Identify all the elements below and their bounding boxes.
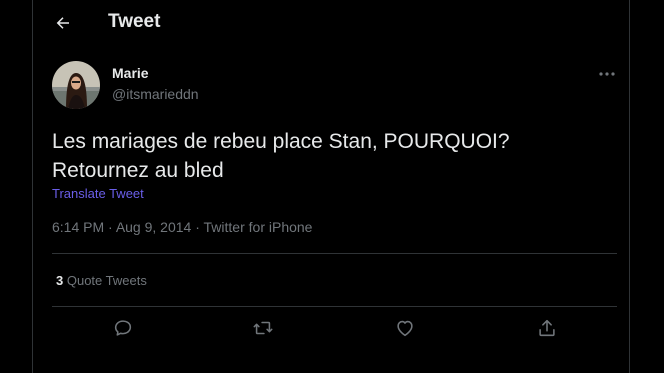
- tweet-metadata: 6:14 PM · Aug 9, 2014 · Twitter for iPho…: [52, 219, 312, 235]
- divider: [52, 306, 617, 307]
- page-title: Tweet: [108, 11, 161, 32]
- translate-tweet-link[interactable]: Translate Tweet: [52, 186, 144, 201]
- tweet-source[interactable]: Twitter for iPhone: [204, 219, 313, 235]
- back-button[interactable]: [47, 7, 79, 39]
- avatar[interactable]: [52, 61, 100, 109]
- like-button[interactable]: [394, 317, 418, 341]
- meta-separator: ·: [104, 219, 116, 235]
- quote-label: Quote Tweets: [66, 273, 147, 288]
- quote-tweets-stat[interactable]: 3 Quote Tweets: [56, 273, 147, 288]
- more-icon: [599, 72, 615, 76]
- reply-button[interactable]: [112, 317, 136, 341]
- tweet-text-line-1: Les mariages de rebeu place Stan, POURQU…: [52, 130, 510, 153]
- author-name[interactable]: Marie: [112, 65, 149, 81]
- tweet-column: Tweet Marie @itsmarieddn Les mariages de…: [32, 0, 630, 373]
- tweet-date[interactable]: Aug 9, 2014: [116, 219, 192, 235]
- tweet-text-line-2: Retournez au bled: [52, 159, 224, 182]
- tweet-time[interactable]: 6:14 PM: [52, 219, 104, 235]
- arrow-left-icon: [56, 17, 69, 29]
- tweet-text: Les mariages de rebeu place Stan, POURQU…: [52, 127, 592, 185]
- author-handle[interactable]: @itsmarieddn: [112, 86, 199, 102]
- reply-icon: [114, 320, 132, 336]
- meta-separator: ·: [191, 219, 204, 235]
- share-icon: [539, 319, 555, 337]
- like-icon: [397, 320, 413, 337]
- more-options-button[interactable]: [594, 64, 620, 84]
- retweet-icon: [253, 321, 273, 335]
- header-bar: Tweet: [33, 0, 629, 46]
- share-button[interactable]: [536, 317, 560, 341]
- divider: [52, 253, 617, 254]
- quote-count: 3: [56, 273, 64, 288]
- retweet-button[interactable]: [252, 317, 276, 341]
